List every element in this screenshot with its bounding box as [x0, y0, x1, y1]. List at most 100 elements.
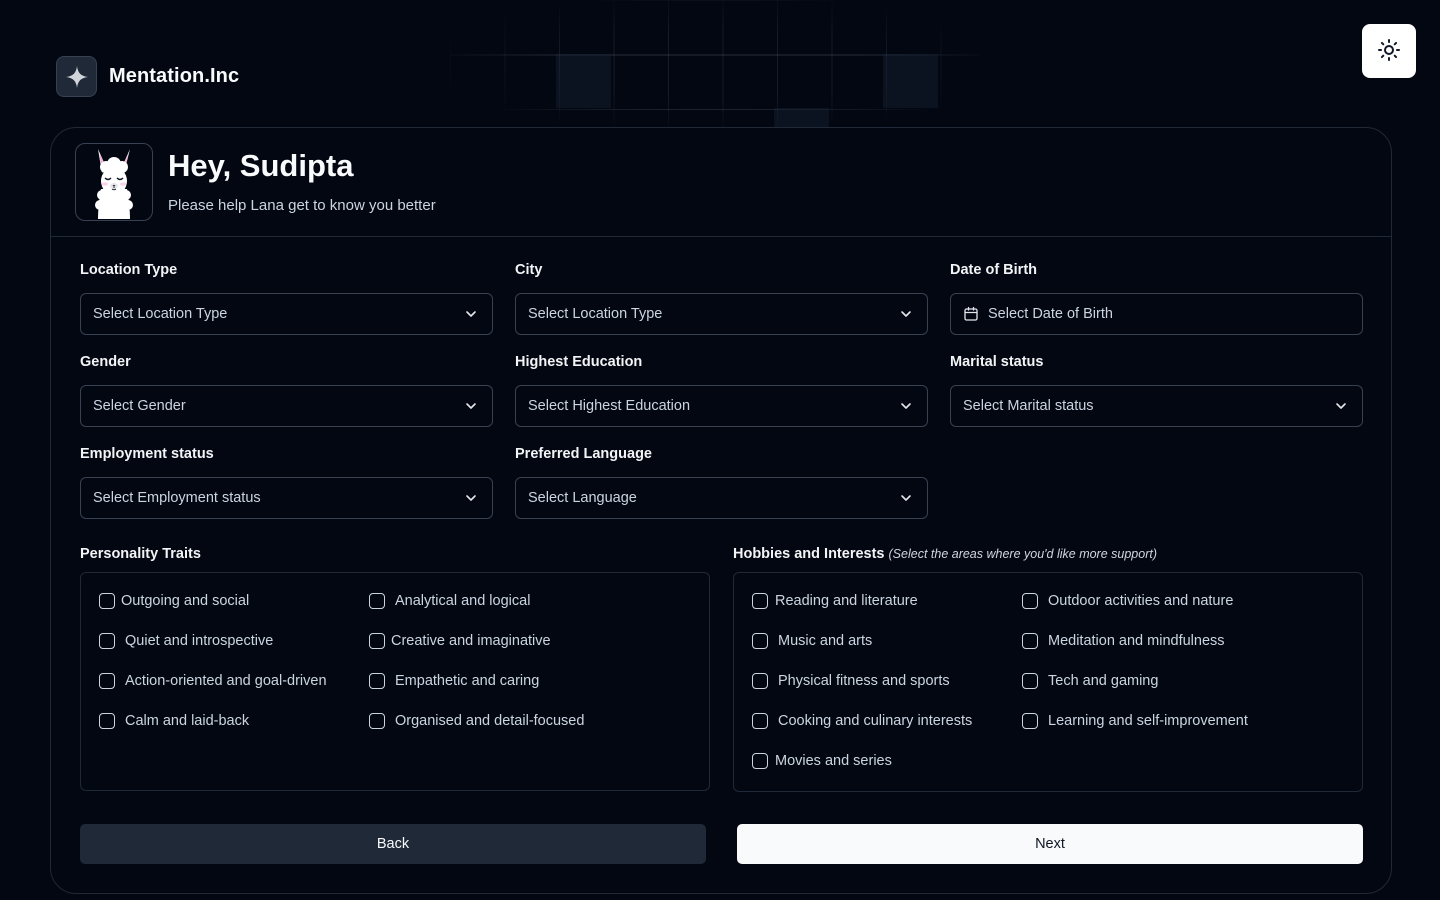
sparkle-icon: [56, 56, 97, 97]
employment-placeholder: Select Employment status: [93, 490, 261, 506]
gender-select[interactable]: Select Gender: [80, 385, 493, 427]
theme-toggle-button[interactable]: [1362, 24, 1416, 78]
personality-option[interactable]: Analytical and logical: [369, 593, 530, 609]
chevron-down-icon: [899, 491, 913, 509]
location-type-placeholder: Select Location Type: [93, 306, 228, 322]
location-type-label: Location Type: [80, 262, 178, 278]
hobby-option-label: Physical fitness and sports: [778, 673, 950, 689]
hobbies-title: Hobbies and Interests: [733, 546, 885, 562]
personality-option[interactable]: Outgoing and social: [99, 593, 249, 609]
hobby-option-label: Cooking and culinary interests: [778, 713, 973, 729]
checkbox[interactable]: [99, 593, 115, 609]
checkbox[interactable]: [369, 713, 385, 729]
next-button[interactable]: Next: [737, 824, 1363, 864]
marital-select[interactable]: Select Marital status: [950, 385, 1363, 427]
language-label: Preferred Language: [515, 446, 652, 462]
llama-icon: [75, 143, 153, 221]
personality-option-label: Action-oriented and goal-driven: [125, 673, 327, 689]
chevron-down-icon: [464, 491, 478, 509]
checkbox[interactable]: [752, 753, 768, 769]
personality-traits-label: Personality Traits: [80, 546, 201, 562]
marital-field: Marital status Select Marital status: [950, 354, 1363, 427]
hobby-option-label: Movies and series: [775, 753, 892, 769]
dob-label: Date of Birth: [950, 262, 1037, 278]
hobby-option[interactable]: Reading and literature: [752, 593, 918, 609]
hobby-option[interactable]: Meditation and mindfulness: [1022, 633, 1225, 649]
employment-field: Employment status Select Employment stat…: [80, 446, 493, 519]
personality-option-label: Organised and detail-focused: [395, 713, 585, 729]
personality-option[interactable]: Organised and detail-focused: [369, 713, 584, 729]
location-type-select[interactable]: Select Location Type: [80, 293, 493, 335]
hobby-option[interactable]: Learning and self-improvement: [1022, 713, 1248, 729]
city-select[interactable]: Select Location Type: [515, 293, 928, 335]
grid-cell-highlight: [556, 54, 611, 108]
personality-option-label: Creative and imaginative: [391, 633, 551, 649]
gender-field: Gender Select Gender: [80, 354, 493, 427]
checkbox[interactable]: [369, 673, 385, 689]
grid-cell-highlight: [774, 108, 829, 127]
checkbox[interactable]: [1022, 713, 1038, 729]
hobby-option[interactable]: Music and arts: [752, 633, 872, 649]
dob-field: Date of Birth Select Date of Birth: [950, 262, 1363, 335]
hobbies-hint: (Select the areas where you'd like more …: [888, 547, 1158, 561]
language-field: Preferred Language Select Language: [515, 446, 928, 519]
greeting-subtitle: Please help Lana get to know you better: [168, 197, 436, 214]
checkbox[interactable]: [752, 713, 768, 729]
education-select[interactable]: Select Highest Education: [515, 385, 928, 427]
marital-placeholder: Select Marital status: [963, 398, 1094, 414]
checkbox[interactable]: [1022, 673, 1038, 689]
marital-label: Marital status: [950, 354, 1044, 370]
checkbox[interactable]: [99, 713, 115, 729]
hobby-option-label: Meditation and mindfulness: [1048, 633, 1225, 649]
employment-select[interactable]: Select Employment status: [80, 477, 493, 519]
hobby-option[interactable]: Outdoor activities and nature: [1022, 593, 1233, 609]
checkbox[interactable]: [369, 633, 385, 649]
city-placeholder: Select Location Type: [528, 306, 663, 322]
personality-option-label: Quiet and introspective: [125, 633, 274, 649]
chevron-down-icon: [464, 399, 478, 417]
card-header: Hey, Sudipta Please help Lana get to kno…: [51, 128, 1391, 237]
city-label: City: [515, 262, 543, 278]
greeting-title: Hey, Sudipta: [168, 148, 354, 183]
checkbox[interactable]: [752, 593, 768, 609]
hobby-option-label: Music and arts: [778, 633, 873, 649]
checkbox[interactable]: [752, 673, 768, 689]
personality-option[interactable]: Action-oriented and goal-driven: [99, 673, 327, 689]
language-select[interactable]: Select Language: [515, 477, 928, 519]
education-placeholder: Select Highest Education: [528, 398, 691, 414]
gender-label: Gender: [80, 354, 131, 370]
hobby-option[interactable]: Tech and gaming: [1022, 673, 1158, 689]
grid-cell-highlight: [883, 54, 938, 108]
location-type-field: Location Type Select Location Type: [80, 262, 493, 335]
dob-picker[interactable]: Select Date of Birth: [950, 293, 1363, 335]
personality-option-label: Calm and laid-back: [125, 713, 250, 729]
hobby-option[interactable]: Physical fitness and sports: [752, 673, 950, 689]
checkbox[interactable]: [99, 633, 115, 649]
chevron-down-icon: [899, 399, 913, 417]
hobby-option-label: Reading and literature: [775, 593, 918, 609]
education-label: Highest Education: [515, 354, 643, 370]
personality-option-label: Empathetic and caring: [395, 673, 540, 689]
back-button[interactable]: Back: [80, 824, 706, 864]
hobby-option[interactable]: Cooking and culinary interests: [752, 713, 972, 729]
checkbox[interactable]: [99, 673, 115, 689]
checkbox[interactable]: [752, 633, 768, 649]
sun-icon: [1377, 38, 1401, 65]
city-field: City Select Location Type: [515, 262, 928, 335]
brand: Mentation.Inc: [56, 56, 239, 97]
hobby-option[interactable]: Movies and series: [752, 753, 892, 769]
personality-option[interactable]: Empathetic and caring: [369, 673, 539, 689]
chevron-down-icon: [464, 307, 478, 325]
employment-label: Employment status: [80, 446, 214, 462]
chevron-down-icon: [1334, 399, 1348, 417]
hobby-option-label: Tech and gaming: [1048, 673, 1159, 689]
checkbox[interactable]: [1022, 633, 1038, 649]
personality-option[interactable]: Quiet and introspective: [99, 633, 273, 649]
checkbox[interactable]: [369, 593, 385, 609]
personality-option[interactable]: Calm and laid-back: [99, 713, 249, 729]
brand-name: Mentation.Inc: [109, 65, 240, 87]
personality-option[interactable]: Creative and imaginative: [369, 633, 551, 649]
education-field: Highest Education Select Highest Educati…: [515, 354, 928, 427]
checkbox[interactable]: [1022, 593, 1038, 609]
personality-option-label: Outgoing and social: [121, 593, 250, 609]
